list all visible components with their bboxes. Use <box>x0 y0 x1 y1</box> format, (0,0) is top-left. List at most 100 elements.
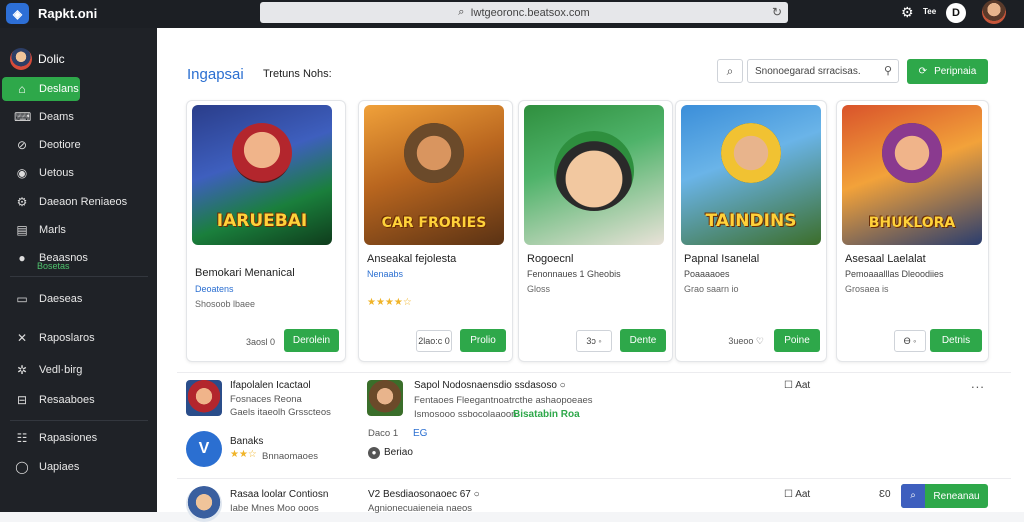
save-action[interactable]: ☐ Aat <box>784 380 810 391</box>
sidebar-item[interactable]: ▤ Marls <box>0 218 157 242</box>
settings-gear-icon[interactable]: ⚙ <box>901 4 914 21</box>
character-art <box>404 123 464 183</box>
more-options-icon[interactable]: ... <box>971 376 985 391</box>
card-price: 3aosl 0 <box>245 337 275 347</box>
post-thumbnail[interactable] <box>367 380 403 416</box>
game-cover-image: BHUKLORA <box>842 105 982 245</box>
feed-avatar[interactable] <box>186 380 222 416</box>
post-title[interactable]: Sapol Nodosnaensdio ssdasoso ○ <box>414 380 566 391</box>
sidebar-item[interactable]: ⊘ Deotiore <box>0 133 157 157</box>
sidebar-item-label: Raposlaros <box>39 332 95 344</box>
post-tag-link[interactable]: EG <box>413 428 427 439</box>
card-category: Pemoaaalllas Dleoodiies <box>845 269 944 279</box>
feed-action-button[interactable]: ⌕ Reneanau <box>901 484 988 508</box>
page-title: Ingapsai <box>187 66 244 83</box>
card-meta: Shosoob lbaee <box>195 299 256 309</box>
app-logo-icon[interactable]: ◈ <box>6 3 29 24</box>
feed-author-name[interactable]: Banaks <box>230 436 263 447</box>
primary-button-label: Peripnaia <box>934 66 977 77</box>
feed-author-name[interactable]: Ifapolalen Icactaol <box>230 380 311 391</box>
card-price: 2lao:c 0 <box>416 330 452 352</box>
game-card[interactable]: CAR FRORIES Anseakal fejolesta Nenaabs ★… <box>358 100 513 362</box>
sidebar-item[interactable]: ◉ Uetous <box>0 161 157 185</box>
rating-stars: ★★☆ <box>230 449 257 460</box>
save-action[interactable]: ☐ Aat <box>784 489 810 500</box>
sidebar-user[interactable]: Dolic <box>10 48 65 70</box>
post-body: Agnionecuaieneia naeos <box>368 503 473 514</box>
card-category: Deoatens <box>195 284 234 294</box>
sidebar-item-label: Daeaon Reniaeos <box>39 196 128 208</box>
save-action-label: Aat <box>795 380 811 391</box>
character-art <box>232 123 292 183</box>
cover-title: IARUEBAI <box>216 211 308 231</box>
post-title[interactable]: V2 Besdiaosonaoec 67 ○ <box>368 489 480 500</box>
sidebar-item[interactable]: ⌂ Deslans <box>2 77 80 101</box>
sidebar-item-label: Resaaboes <box>39 394 95 406</box>
post-chip[interactable]: ● Beriao <box>368 447 413 459</box>
sidebar-item[interactable]: ✲ Vedl·birg <box>0 358 157 382</box>
reload-icon[interactable]: ↻ <box>772 5 782 19</box>
card-get-button[interactable]: Prolio <box>460 329 506 352</box>
card-get-button[interactable]: Derolein <box>284 329 339 352</box>
sidebar-item-label: Deotiore <box>39 139 81 151</box>
post-body: Ismosooo ssbocolaaoon <box>414 409 517 420</box>
card-get-button[interactable]: Detnis <box>930 329 982 352</box>
cover-title: CAR FRORIES <box>381 215 487 231</box>
profile-initial-button[interactable]: D <box>946 3 966 23</box>
rating-text: Bnnaomaoes <box>262 451 318 462</box>
notification-badge[interactable]: Tee <box>923 7 936 16</box>
main-content: Ingapsai Tretuns Nohs: ⌕ Snonoegarad srr… <box>157 28 1024 522</box>
sidebar-item-label: Rapasiones <box>39 432 98 444</box>
user-avatar[interactable] <box>982 0 1006 24</box>
sidebar-sub-label: Bosetas <box>37 261 70 271</box>
game-card[interactable]: TAINDINS Papnal Isanelal Poaaaaoes Grao … <box>675 100 827 362</box>
card-meta: Grosaea is <box>845 284 889 294</box>
feed-author-name[interactable]: Rasaa loolar Contiosn <box>230 489 328 500</box>
card-title: Anseakal fejolesta <box>367 253 457 265</box>
sidebar-item[interactable]: ✕ Raposlaros <box>0 326 157 350</box>
card-title: Rogoecnl <box>527 253 574 265</box>
sidebar-item-label: Uapiaes <box>39 461 80 473</box>
cover-title: TAINDINS <box>705 211 797 231</box>
game-card[interactable]: BHUKLORA Asesaal Laelalat Pemoaaalllas D… <box>836 100 989 362</box>
avatar[interactable]: V <box>186 431 222 467</box>
sidebar-item[interactable]: ⊟ Resaaboes <box>0 388 157 412</box>
post-tag: Daco 1 <box>368 428 399 439</box>
tools-icon: ✕ <box>16 331 28 345</box>
search-input[interactable]: Snonoegarad srracisas. ⚲ <box>747 59 899 83</box>
character-art <box>554 131 634 211</box>
sidebar-divider <box>10 420 148 421</box>
top-bar: ◈ Rapkt.oni ⌕ Iwtgeoronc.beatsox.com ↻ ⚙… <box>0 0 1024 28</box>
settings-icon: ✲ <box>16 363 28 377</box>
card-get-button[interactable]: Dente <box>620 329 666 352</box>
sidebar-item[interactable]: ⚙ Daeaon Reniaeos <box>0 190 157 214</box>
game-cover-image <box>524 105 664 245</box>
chip-label: Beriao <box>384 447 413 458</box>
game-cover-image: IARUEBAI <box>192 105 332 245</box>
avatar-icon: ● <box>18 251 26 265</box>
page-subtitle: Tretuns Nohs: <box>263 68 332 80</box>
card-category: Nenaabs <box>367 269 404 279</box>
sidebar-item[interactable]: ⌨ Deams <box>0 105 157 129</box>
sidebar-item[interactable]: ◯ Uapiaes <box>0 455 157 479</box>
gear-icon: ⚙ <box>16 195 28 209</box>
post-link[interactable]: Bisatabin Roa <box>513 409 580 420</box>
game-card[interactable]: Rogoecnl Fenonnaues 1 Gheobis Gloss 3ɔ ◦… <box>518 100 673 362</box>
section-divider <box>177 372 1011 373</box>
url-text: Iwtgeoronc.beatsox.com <box>470 6 590 19</box>
book-icon: ⊟ <box>16 393 28 407</box>
sidebar-item[interactable]: ● Beaasnos <box>0 246 157 270</box>
game-card[interactable]: IARUEBAI Bemokari Menanical Deoatens Sho… <box>186 100 346 362</box>
card-title: Asesaal Laelalat <box>845 253 926 265</box>
card-get-button[interactable]: Poine <box>774 329 820 352</box>
sidebar-item-label: Marls <box>39 224 66 236</box>
avatar[interactable] <box>186 486 222 522</box>
sidebar-item[interactable]: ▭ Daeseas <box>0 287 157 311</box>
search-button[interactable]: ⌕ <box>717 59 743 83</box>
card-meta: Gloss <box>527 284 551 294</box>
primary-action-button[interactable]: ⟳ Peripnaia <box>907 59 988 84</box>
sidebar-item[interactable]: ☷ Rapasiones <box>0 426 157 450</box>
info-icon: ◯ <box>15 460 29 474</box>
sidebar-item-label: Deslans <box>39 83 79 95</box>
url-bar[interactable]: ⌕ Iwtgeoronc.beatsox.com ↻ <box>260 2 788 23</box>
